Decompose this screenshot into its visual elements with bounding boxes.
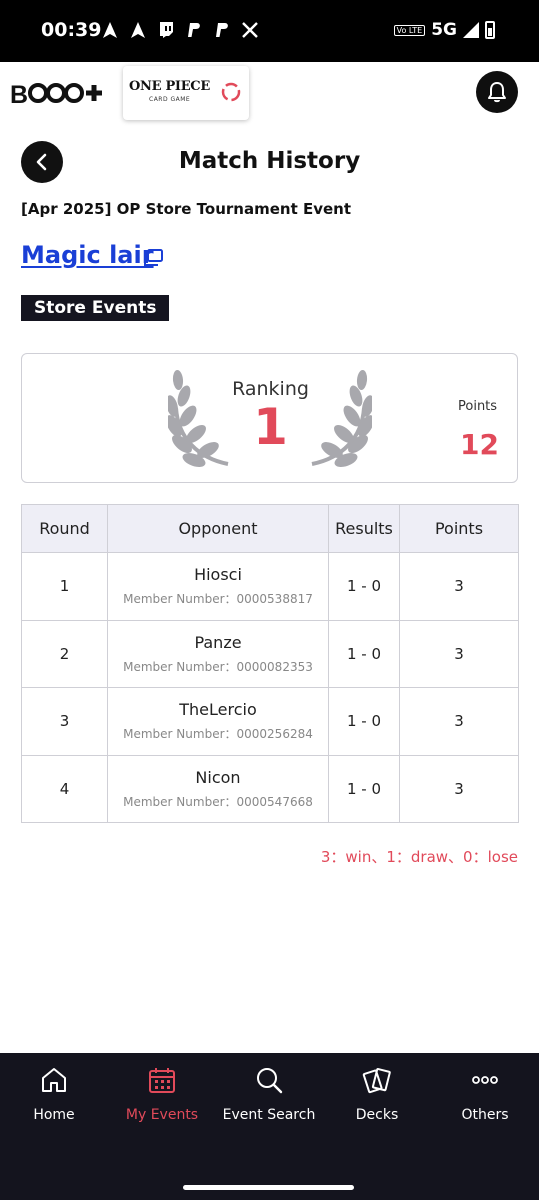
event-name: [Apr 2025] OP Store Tournament Event	[21, 200, 352, 218]
status-bar: 00:39 Vo LTE 5G	[0, 0, 539, 62]
system-status: Vo LTE 5G	[393, 20, 495, 40]
table-row: 3 TheLercio Member Number：0000256284 1 -…	[21, 687, 519, 756]
points-cell: 3	[399, 687, 519, 756]
member-number: Member Number：0000082353	[123, 659, 313, 674]
points-cell: 3	[399, 754, 519, 823]
bottom-navigation: Home My Events Event Search Decks Others	[0, 1053, 539, 1200]
round-cell: 1	[21, 552, 108, 621]
column-header-opponent: Opponent	[107, 504, 329, 553]
opponent-cell: Nicon Member Number：0000547668	[107, 754, 329, 823]
nav-home-label: Home	[33, 1107, 75, 1123]
bell-icon	[488, 82, 506, 103]
nav-event-search-label: Event Search	[222, 1107, 316, 1123]
one-piece-logo[interactable]: ONE PIECE CARD GAME	[123, 66, 249, 120]
external-link-icon[interactable]	[142, 248, 164, 268]
table-row: 1 Hiosci Member Number：0000538817 1 - 0 …	[21, 552, 519, 621]
nav-decks-label: Decks	[355, 1107, 399, 1123]
page-title: Match History	[178, 148, 361, 174]
opponent-name: Panze	[194, 632, 242, 652]
opponent-cell: Hiosci Member Number：0000538817	[107, 552, 329, 621]
column-header-points: Points	[399, 504, 519, 553]
points-cell: 3	[399, 552, 519, 621]
ranking-card: Ranking 1 Points 12	[21, 353, 518, 483]
result-cell: 1 - 0	[328, 552, 400, 621]
event-type-badge: Store Events	[21, 295, 170, 321]
opponent-cell: Panze Member Number：0000082353	[107, 619, 329, 688]
ranking-label: Ranking	[232, 378, 309, 400]
points-value: 12	[460, 428, 499, 461]
table-row: 4 Nicon Member Number：0000547668 1 - 0 3	[21, 754, 519, 823]
nav-event-search[interactable]: Event Search	[215, 1065, 323, 1125]
clock: 00:39	[41, 19, 102, 41]
notification-icons	[100, 21, 260, 41]
nav-others[interactable]: Others	[431, 1065, 539, 1125]
round-cell: 4	[21, 754, 108, 823]
member-number: Member Number：0000256284	[123, 727, 313, 742]
points-legend: 3：win、1：draw、0：lose	[320, 848, 518, 866]
nav-others-label: Others	[461, 1107, 509, 1123]
notifications-button[interactable]	[476, 71, 518, 113]
home-icon	[42, 1068, 66, 1092]
store-link[interactable]: Magic lair	[21, 241, 154, 269]
nav-home[interactable]: Home	[0, 1065, 108, 1125]
points-cell: 3	[399, 619, 519, 688]
volte-indicator: Vo LTE	[393, 24, 426, 36]
navigation-icon	[100, 21, 120, 41]
points-label: Points	[458, 399, 498, 414]
match-results-table: Round Opponent Results Points 1 Hiosci M…	[21, 504, 519, 823]
twitch-icon	[156, 21, 176, 41]
opponent-cell: TheLercio Member Number：0000256284	[107, 687, 329, 756]
nav-my-events-label: My Events	[125, 1107, 199, 1123]
search-icon	[257, 1068, 283, 1094]
table-header-row: Round Opponent Results Points	[21, 504, 519, 553]
navigation-icon	[128, 21, 148, 41]
opponent-name: Nicon	[195, 767, 241, 787]
svg-text:B: B	[10, 81, 28, 109]
calendar-icon	[149, 1068, 175, 1093]
cards-icon	[362, 1068, 391, 1094]
result-cell: 1 - 0	[328, 619, 400, 688]
paypal-icon	[184, 21, 204, 41]
battery-icon	[485, 21, 495, 39]
member-number: Member Number：0000538817	[123, 592, 313, 607]
result-cell: 1 - 0	[328, 754, 400, 823]
opponent-name: Hiosci	[194, 565, 242, 585]
nav-my-events[interactable]: My Events	[108, 1065, 216, 1125]
bandai-card-games-logo[interactable]: B	[10, 76, 106, 112]
round-cell: 3	[21, 687, 108, 756]
game-logo-mark	[221, 82, 241, 102]
network-type: 5G	[431, 20, 457, 40]
paypal-icon	[212, 21, 232, 41]
game-logo-subtitle: CARD GAME	[149, 96, 191, 103]
more-icon	[472, 1076, 498, 1084]
result-cell: 1 - 0	[328, 687, 400, 756]
round-cell: 2	[21, 619, 108, 688]
signal-icon	[463, 22, 479, 38]
x-icon	[240, 21, 260, 41]
member-number: Member Number：0000547668	[123, 794, 313, 809]
app-header: B ONE PIECE CARD GAME	[0, 62, 539, 124]
column-header-round: Round	[21, 504, 108, 553]
nav-decks[interactable]: Decks	[323, 1065, 431, 1125]
game-logo-title: ONE PIECE	[129, 79, 210, 94]
table-row: 2 Panze Member Number：0000082353 1 - 0 3	[21, 619, 519, 688]
opponent-name: TheLercio	[179, 700, 257, 720]
ranking-value: 1	[253, 398, 288, 456]
home-indicator[interactable]	[183, 1185, 354, 1190]
column-header-results: Results	[328, 504, 400, 553]
